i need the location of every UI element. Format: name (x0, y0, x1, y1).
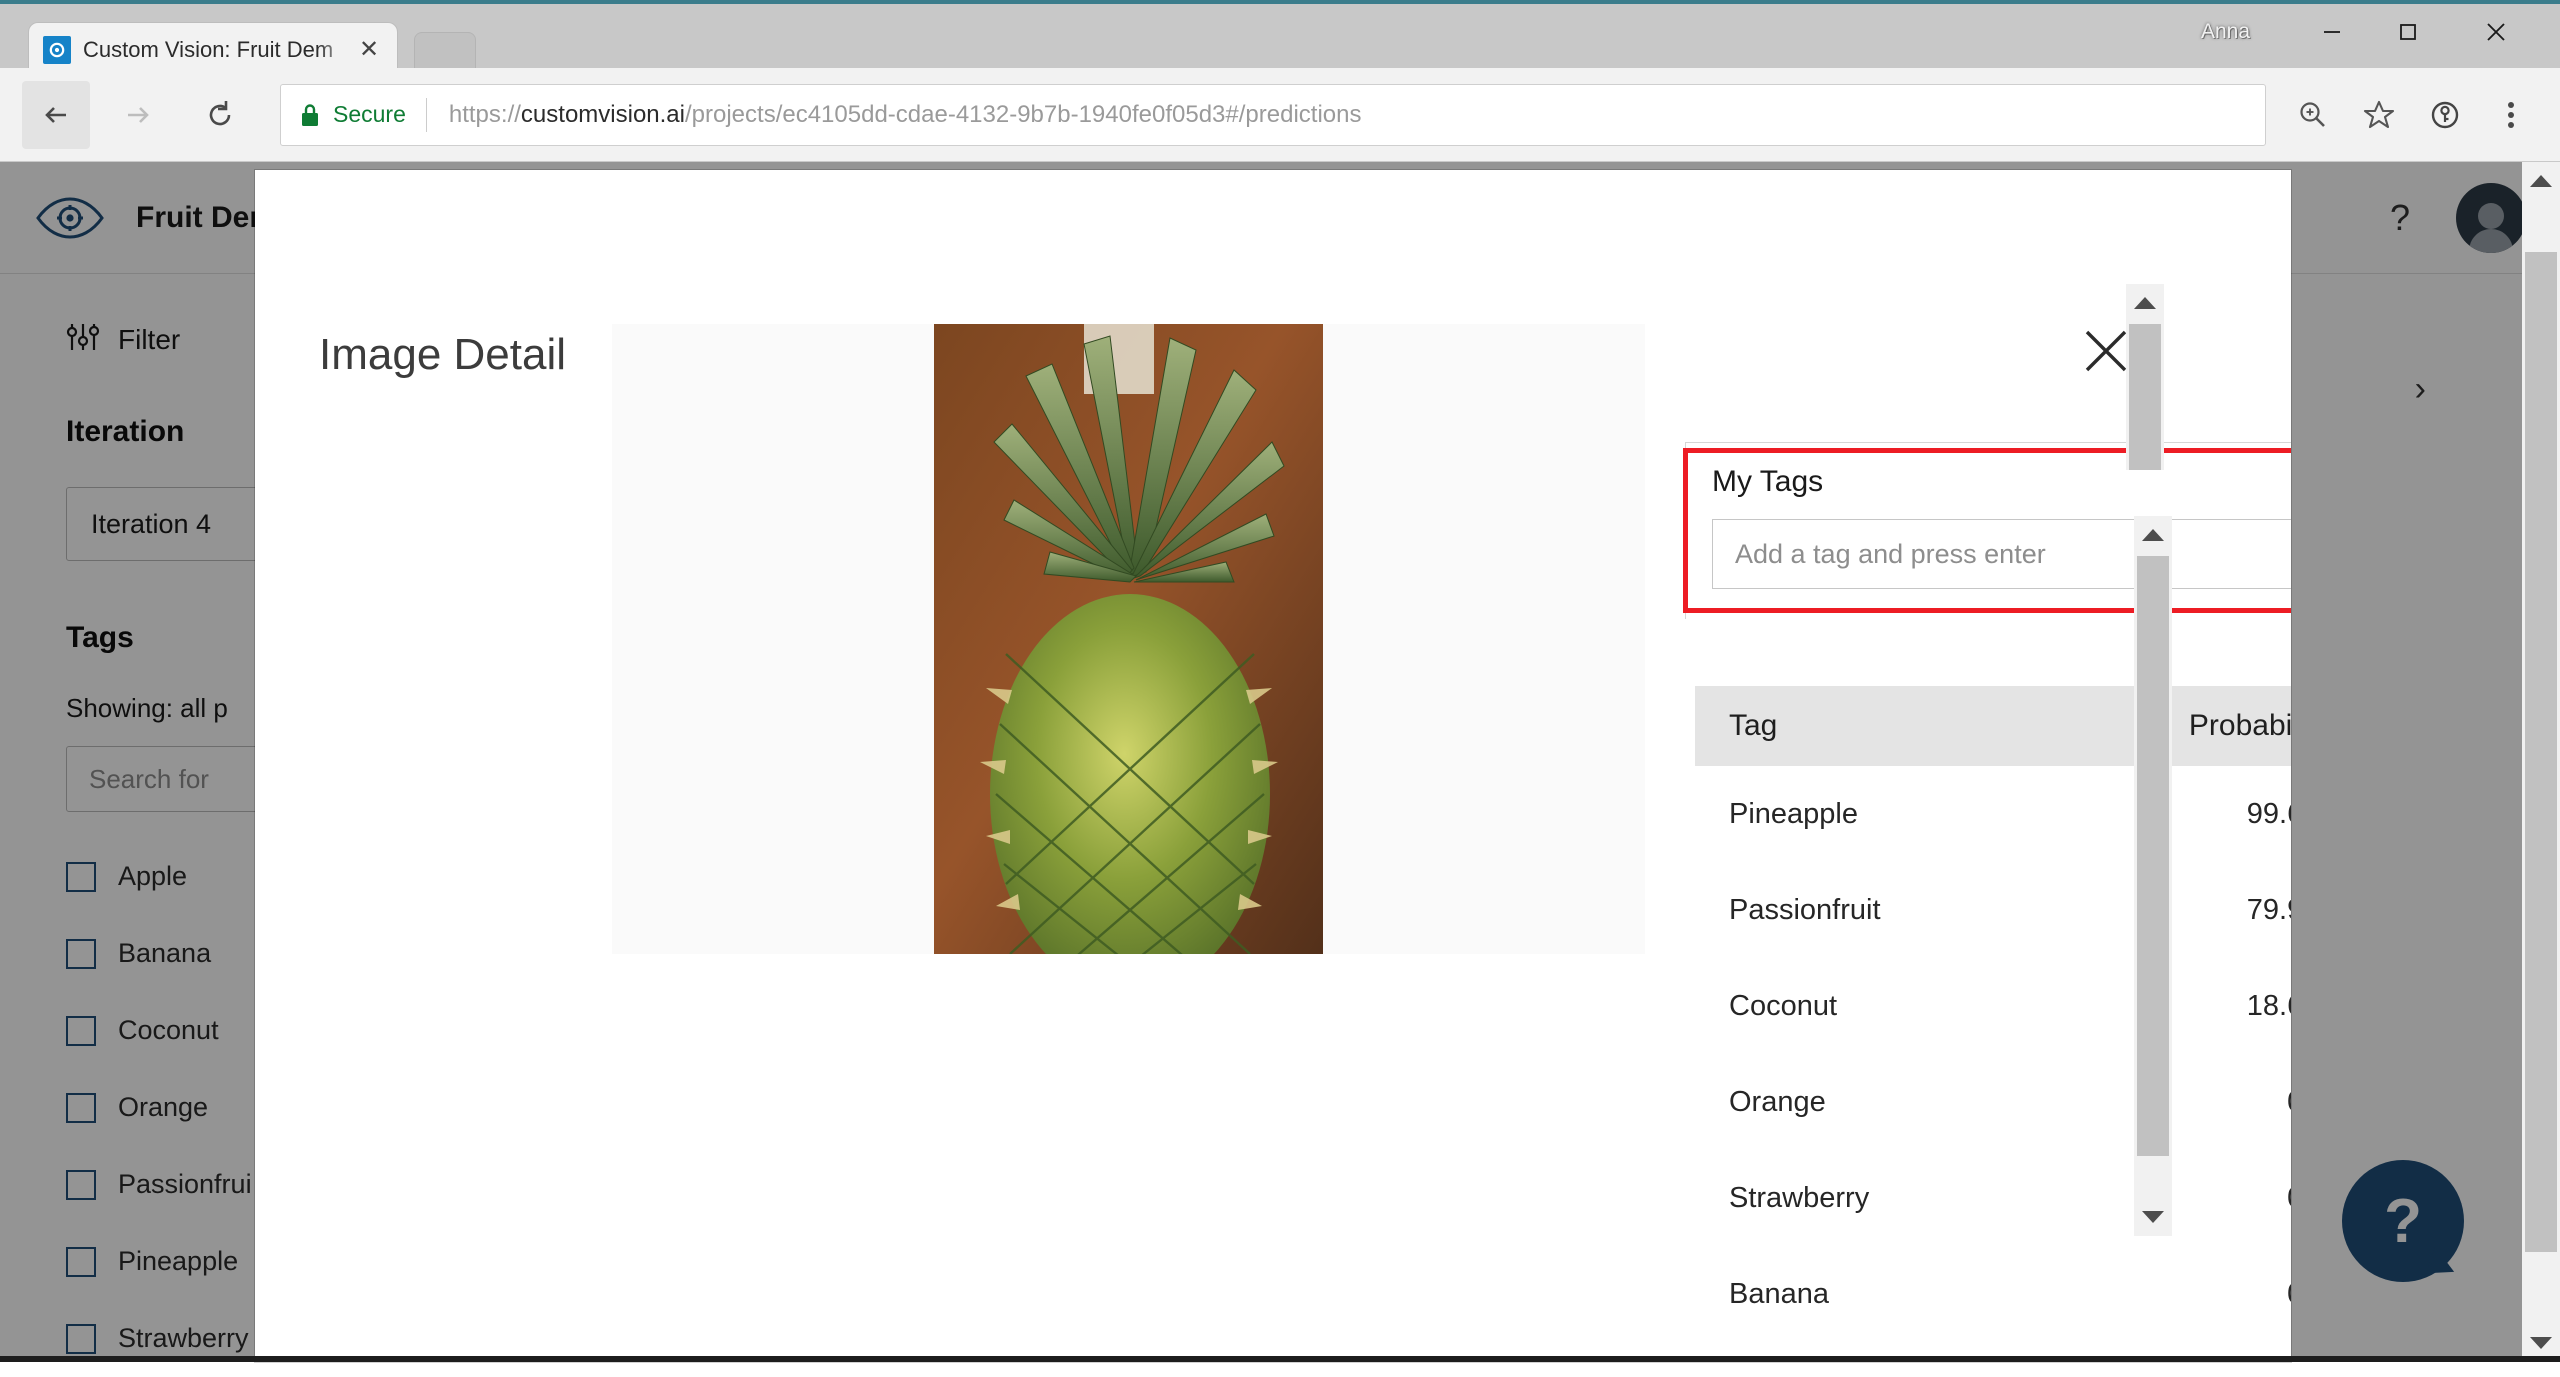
password-key-icon[interactable] (2412, 82, 2478, 148)
custom-vision-favicon-icon (43, 36, 71, 64)
cell-tag: Orange (1729, 1086, 2287, 1119)
column-header-tag: Tag (1729, 709, 2189, 743)
column-header-probability: Probability (2189, 709, 2291, 743)
bookmark-star-icon[interactable] (2346, 82, 2412, 148)
tab-title: Custom Vision: Fruit Dem (83, 37, 355, 63)
pineapple-photo (934, 324, 1323, 954)
windows-user-label: Anna (2201, 20, 2250, 44)
modal-scrollbar[interactable] (2522, 162, 2560, 1362)
image-detail-modal-body: Image Detail (255, 170, 2225, 1362)
image-detail-modal: Image Detail (255, 170, 2291, 1362)
url-path: /projects/ec4105dd-cdae-4132-9b7b-1940fe… (685, 101, 1362, 128)
back-arrow-icon[interactable] (22, 81, 90, 149)
scrollbar-thumb[interactable] (2137, 556, 2169, 1156)
zoom-in-icon[interactable] (2280, 82, 2346, 148)
omnibox-divider (426, 98, 427, 132)
predictions-table: Tag Probability Pineapple 99.6% Passionf… (1695, 686, 2291, 1362)
add-tag-placeholder: Add a tag and press enter (1735, 539, 2046, 570)
modal-close-icon[interactable] (2079, 324, 2133, 378)
chrome-menu-icon[interactable] (2478, 82, 2544, 148)
add-tag-input[interactable]: Add a tag and press enter (1712, 519, 2291, 589)
cell-probability: 79.9% (2247, 894, 2291, 927)
url-host: customvision.ai (521, 101, 685, 128)
address-bar[interactable]: Secure https://customvision.ai/projects/… (280, 84, 2266, 146)
scrollbar-thumb[interactable] (2525, 252, 2557, 1252)
cell-tag: Banana (1729, 1278, 2287, 1311)
cell-probability: 18.6% (2247, 990, 2291, 1023)
browser-titlebar: Custom Vision: Fruit Dem ✕ Anna (0, 0, 2560, 68)
window-close-button[interactable] (2458, 4, 2534, 60)
tab-close-icon[interactable]: ✕ (355, 38, 383, 62)
scroll-up-arrow-icon[interactable] (2126, 284, 2164, 322)
cell-probability: 0% (2287, 1278, 2291, 1311)
table-row: Banana 0% (1695, 1246, 2291, 1342)
table-row: Orange 0% (1695, 1054, 2291, 1150)
predictions-table-header: Tag Probability (1695, 686, 2291, 766)
window-maximize-button[interactable] (2370, 4, 2446, 60)
url-scheme: https:// (449, 101, 521, 128)
scroll-up-arrow-icon[interactable] (2134, 516, 2172, 554)
my-tags-pane: My Tags Add a tag and press enter (1685, 442, 2291, 619)
table-row: Strawberry 0% (1695, 1150, 2291, 1246)
image-preview-pane (612, 324, 1645, 954)
table-row: Passionfruit 79.9% (1695, 862, 2291, 958)
cell-probability: 0% (2287, 1086, 2291, 1119)
cell-probability: 0% (2287, 1182, 2291, 1215)
window-bottom-edge (0, 1356, 2560, 1362)
browser-toolbar: Secure https://customvision.ai/projects/… (0, 68, 2560, 162)
table-row: Pineapple 99.6% (1695, 766, 2291, 862)
my-tags-card: My Tags Add a tag and press enter (1685, 442, 2291, 619)
url-text: https://customvision.ai/projects/ec4105d… (449, 101, 1362, 129)
cell-tag: Strawberry (1729, 1182, 2287, 1215)
scroll-down-arrow-icon[interactable] (2134, 1198, 2172, 1236)
forward-arrow-icon (104, 81, 172, 149)
scrollbar-thumb[interactable] (2129, 324, 2161, 470)
scroll-up-arrow-icon[interactable] (2522, 162, 2560, 200)
secure-label: Secure (333, 101, 406, 128)
my-tags-heading: My Tags (1712, 465, 2291, 499)
predictions-table-viewport: Tag Probability Pineapple 99.6% Passionf… (1695, 686, 2291, 1362)
reload-icon[interactable] (186, 81, 254, 149)
window-minimize-button[interactable] (2294, 4, 2370, 60)
tab-strip: Custom Vision: Fruit Dem ✕ (0, 8, 2560, 72)
browser-window: Custom Vision: Fruit Dem ✕ Anna (0, 0, 2560, 1362)
lock-icon (299, 102, 321, 128)
cell-probability: 99.6% (2247, 798, 2291, 831)
my-tags-scrollbar[interactable] (2126, 284, 2164, 470)
table-row: Coconut 18.6% (1695, 958, 2291, 1054)
predictions-scrollbar[interactable] (2134, 516, 2172, 1236)
modal-title: Image Detail (319, 330, 566, 380)
